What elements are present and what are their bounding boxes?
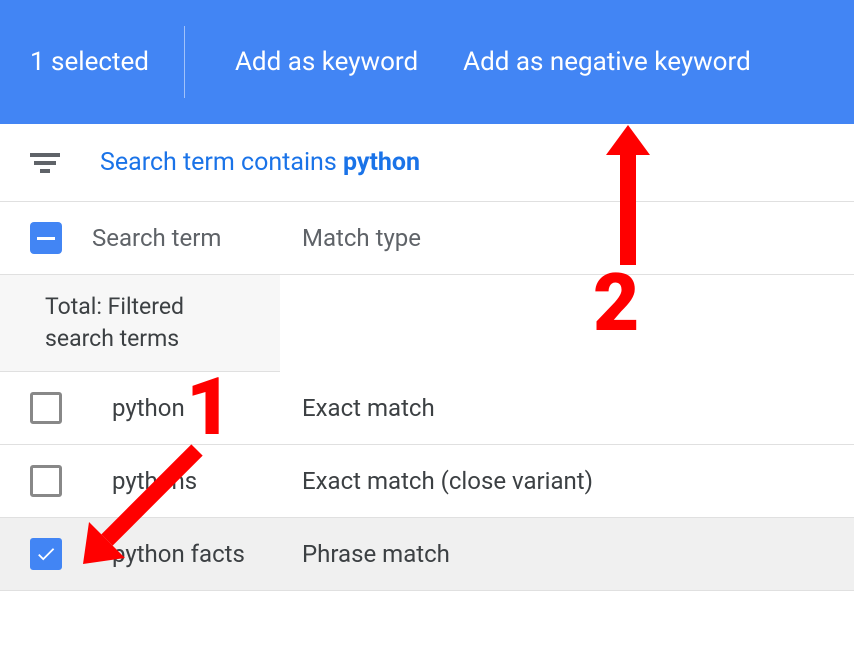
- add-as-negative-keyword-button[interactable]: Add as negative keyword: [448, 47, 766, 77]
- match-type-cell: Exact match: [302, 393, 824, 424]
- action-bar: 1 selected Add as keyword Add as negativ…: [0, 0, 854, 124]
- match-type-cell: Exact match (close variant): [302, 466, 824, 497]
- search-term-cell: python: [92, 394, 272, 422]
- indeterminate-icon: [37, 237, 55, 240]
- table-header-row: Search term Match type: [0, 202, 854, 275]
- total-row: Total: Filtered search terms: [0, 275, 280, 372]
- selected-count: 1 selected: [30, 47, 184, 77]
- filter-prefix: Search term contains: [100, 148, 343, 177]
- table-row: python facts Phrase match: [0, 518, 854, 591]
- row-checkbox[interactable]: [30, 392, 62, 424]
- filter-chip[interactable]: Search term contains python: [100, 148, 420, 177]
- search-term-cell: python facts: [92, 540, 272, 568]
- column-header-search-term[interactable]: Search term: [92, 224, 272, 252]
- match-type-cell: Phrase match: [302, 539, 824, 570]
- filter-bar: Search term contains python: [0, 124, 854, 202]
- add-as-keyword-button[interactable]: Add as keyword: [220, 47, 433, 77]
- search-term-cell: pythons: [92, 467, 272, 495]
- select-all-checkbox[interactable]: [30, 222, 62, 254]
- filter-icon[interactable]: [30, 153, 60, 173]
- row-checkbox[interactable]: [30, 538, 62, 570]
- table-row: pythons Exact match (close variant): [0, 445, 854, 518]
- column-header-match-type[interactable]: Match type: [302, 224, 824, 252]
- divider: [184, 26, 185, 98]
- row-checkbox[interactable]: [30, 465, 62, 497]
- table-row: python Exact match: [0, 372, 854, 445]
- check-icon: [35, 543, 57, 565]
- filter-value: python: [343, 148, 420, 177]
